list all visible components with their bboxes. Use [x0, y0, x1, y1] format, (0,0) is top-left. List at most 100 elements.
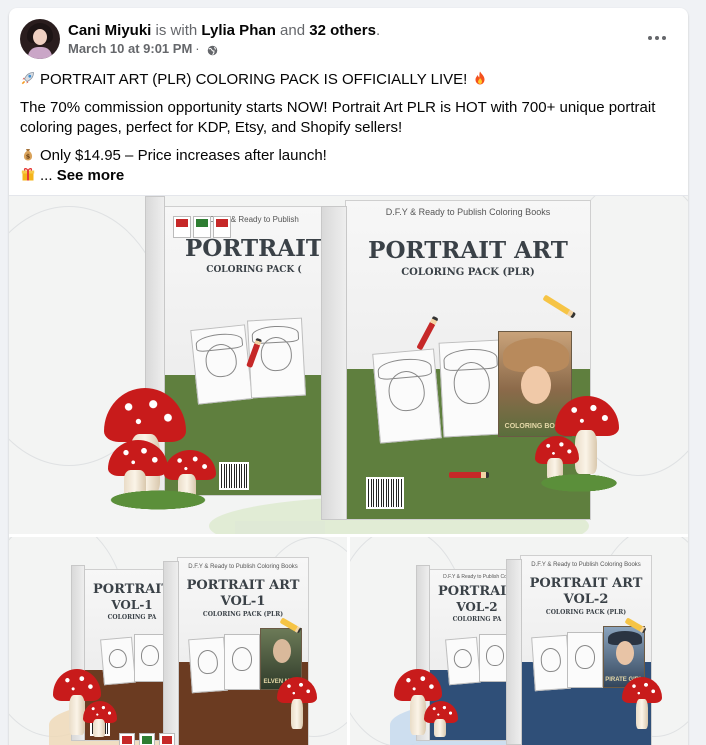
- more-dot: [662, 36, 666, 40]
- meta-separator: ·: [195, 41, 200, 56]
- box-title: PORTRAIT ART: [529, 576, 643, 591]
- page-sketch-face: [574, 644, 596, 670]
- see-more-link[interactable]: See more: [57, 167, 125, 184]
- author-name[interactable]: Cani Miyuki: [68, 22, 151, 39]
- box-volume: VOL-1: [220, 594, 266, 609]
- post-line-1: PORTRAIT ART (PLR) COLORING PACK IS OFFI…: [20, 70, 680, 90]
- box-title: PORTRAIT: [185, 235, 323, 262]
- mushroom-cluster-right: [277, 677, 327, 737]
- mushroom-stem: [93, 719, 105, 737]
- coloring-page: [134, 634, 166, 682]
- file-icon-stripe: [122, 736, 132, 744]
- post-line-3: $ Only $14.95 – Price increases after lau…: [20, 146, 680, 166]
- and-text: and: [280, 22, 306, 39]
- mushroom-cluster-right: [531, 396, 627, 496]
- post-card: Cani Miyuki is with Lylia Phan and 32 ot…: [9, 8, 688, 745]
- fire-emoji: [472, 70, 488, 86]
- page-sketch-face: [141, 645, 159, 666]
- box-tagline: D.F.Y & Ready to Publish: [209, 215, 299, 224]
- box-side: [321, 206, 347, 520]
- coloring-page: [372, 348, 442, 444]
- post-author-line: Cani Miyuki is with Lylia Phan and 32 ot…: [68, 21, 380, 40]
- box-side: [506, 559, 522, 745]
- post-image-vol2[interactable]: D.F.Y & Ready to Publish Colo PORTRAIT V…: [350, 537, 688, 745]
- file-icon-stripe: [176, 219, 188, 227]
- ellipsis: ...: [40, 167, 53, 184]
- barcode: [366, 477, 404, 509]
- post-timestamp[interactable]: March 10 at 9:01 PM: [68, 41, 192, 57]
- pencil-red: [449, 472, 489, 478]
- author-line-period: .: [375, 22, 381, 39]
- rocket-emoji: [20, 70, 36, 86]
- price-text: Only $14.95 – Price increases after laun…: [40, 147, 327, 164]
- box-title: PORTRAIT ART: [186, 578, 300, 593]
- tagged-others[interactable]: 32 others: [309, 22, 376, 39]
- grass: [98, 488, 218, 512]
- pdf-file-icon: [213, 216, 231, 238]
- jpg-file-icon: [119, 733, 135, 745]
- coloring-page: [531, 634, 571, 692]
- with-text: is with: [155, 22, 198, 39]
- mushroom-stem: [291, 699, 303, 729]
- globe-icon[interactable]: [207, 44, 218, 55]
- cover-face: [616, 641, 634, 665]
- barcode: [219, 462, 249, 490]
- coloring-page: [567, 632, 603, 688]
- page-sketch-face: [452, 647, 473, 670]
- post-headline: PORTRAIT ART (PLR) COLORING PACK IS OFFI…: [40, 71, 468, 88]
- post-line-4: ... See more: [20, 166, 680, 186]
- mushroom-stem: [636, 699, 648, 729]
- bottom-cutoff: [235, 521, 325, 534]
- page-sketch-face: [539, 647, 562, 673]
- avatar-shirt: [28, 47, 52, 59]
- jpg-file-icon: [173, 216, 191, 238]
- box-tagline: D.F.Y & Ready to Publish Coloring Books: [385, 207, 551, 217]
- post-image-main[interactable]: D.F.Y & Ready to Publish PORTRAIT COLORI…: [9, 195, 688, 534]
- page-sketch-face: [196, 649, 219, 675]
- box-subtitle: COLORING PACK (PLR): [202, 611, 284, 618]
- mushroom-stem: [434, 719, 446, 737]
- more-dot: [655, 36, 659, 40]
- mushroom-cluster-left: [53, 669, 123, 745]
- mushroom-cluster-right: [622, 677, 672, 737]
- gift-emoji: [20, 166, 36, 182]
- coloring-page: [246, 317, 307, 399]
- post-meta: March 10 at 9:01 PM ·: [68, 41, 218, 57]
- file-icon-stripe: [142, 736, 152, 744]
- png-file-icon: [193, 216, 211, 238]
- png-file-icon: [139, 733, 155, 745]
- post-text: PORTRAIT ART (PLR) COLORING PACK IS OFFI…: [20, 70, 680, 186]
- page-sketch-face: [231, 646, 253, 672]
- coloring-page: [188, 636, 228, 694]
- box-subtitle: COLORING PACK (PLR): [545, 609, 627, 616]
- page-sketch-face: [107, 647, 128, 670]
- tagged-user[interactable]: Lylia Phan: [201, 22, 275, 39]
- box-title: PORTRAIT ART: [368, 237, 568, 264]
- svg-text:$: $: [26, 153, 31, 161]
- post-header: Cani Miyuki is with Lylia Phan and 32 ot…: [9, 8, 688, 64]
- grass: [531, 472, 627, 494]
- box-side: [163, 561, 179, 745]
- box-volume: VOL-2: [563, 592, 609, 607]
- pdf-file-icon: [159, 733, 175, 745]
- cover-face: [273, 639, 291, 663]
- file-icon-stripe: [196, 219, 208, 227]
- file-icon-stripe: [162, 736, 172, 744]
- box-subtitle: COLORING PACK (PLR): [401, 267, 535, 278]
- coloring-page: [438, 339, 506, 438]
- coloring-page: [224, 634, 260, 690]
- box-subtitle: COLORING PACK (: [206, 265, 302, 275]
- mushroom-cluster-left: [394, 669, 464, 745]
- more-dot: [648, 36, 652, 40]
- box-tagline: D.F.Y & Ready to Publish Coloring Books: [531, 562, 641, 568]
- page-sketch-face: [486, 645, 504, 666]
- file-icon-stripe: [216, 219, 228, 227]
- more-options-icon[interactable]: [643, 28, 671, 48]
- avatar[interactable]: [20, 19, 60, 59]
- post-image-vol1[interactable]: PORTRAIT VOL-1 COLORING PA D.F.Y & Ready…: [9, 537, 347, 745]
- post-line-2: The 70% commission opportunity starts NO…: [20, 99, 656, 136]
- box-tagline: D.F.Y & Ready to Publish Coloring Books: [188, 564, 298, 570]
- avatar-face: [33, 29, 47, 45]
- mushroom-cluster-left: [98, 388, 218, 512]
- money-bag-emoji: $: [20, 146, 36, 162]
